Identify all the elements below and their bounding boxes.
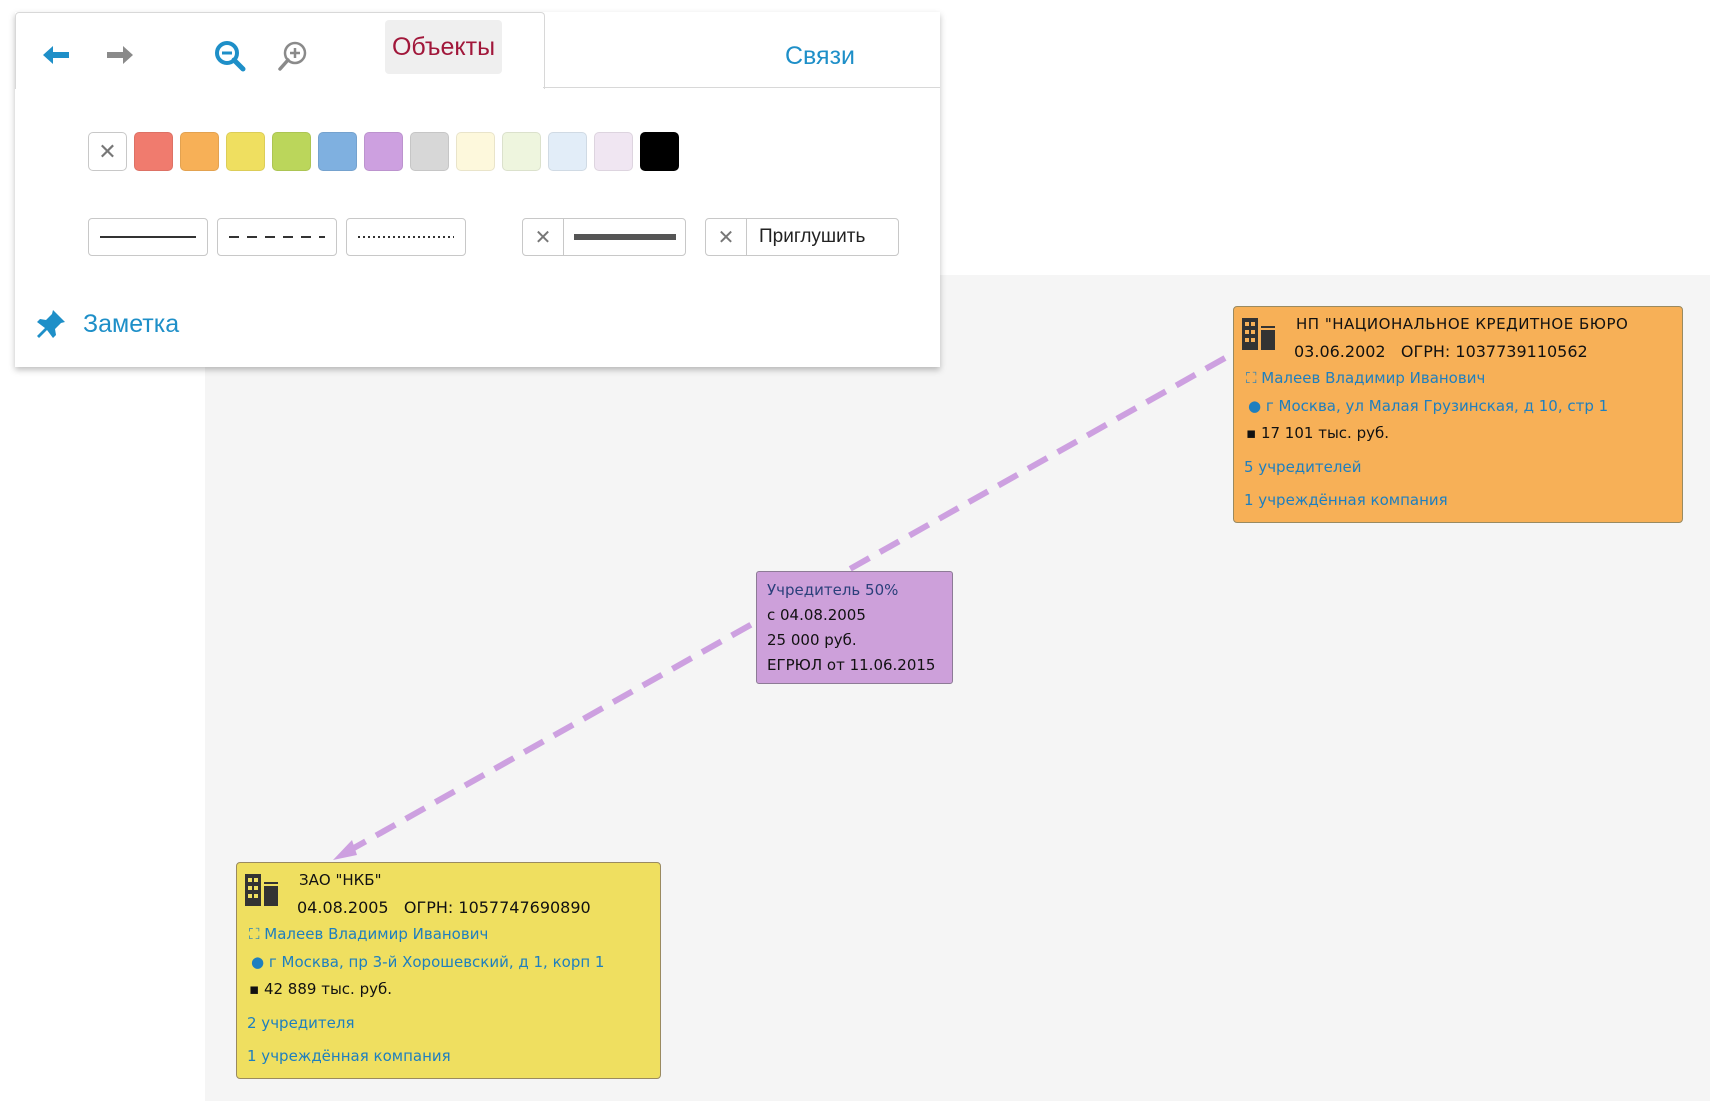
map-pin-icon: ● bbox=[1248, 397, 1262, 415]
address-text: г Москва, ул Малая Грузинская, д 10, стр… bbox=[1265, 397, 1609, 415]
address-link[interactable]: ● г Москва, ул Малая Грузинская, д 10, с… bbox=[1248, 397, 1608, 415]
tab-objects[interactable]: Объекты bbox=[385, 20, 502, 74]
capital: ▪ 42 889 тыс. руб. bbox=[249, 980, 392, 998]
company-node[interactable]: ЗАО "НКБ" 04.08.2005 ОГРН: 1057747690890… bbox=[236, 862, 661, 1079]
person-icon: ⛶ bbox=[1246, 369, 1257, 387]
color-swatch[interactable] bbox=[410, 132, 449, 171]
thick-line-button[interactable] bbox=[564, 233, 685, 241]
pin-icon bbox=[37, 310, 65, 338]
address-link[interactable]: ● г Москва, пр 3-й Хорошевский, д 1, кор… bbox=[251, 953, 604, 971]
subsidiaries-link[interactable]: 1 учреждённая компания bbox=[1244, 491, 1448, 509]
zoom-out-icon[interactable] bbox=[213, 39, 246, 72]
color-palette: ✕ bbox=[88, 132, 679, 171]
arrow-left-icon[interactable] bbox=[41, 42, 71, 68]
building-icon bbox=[245, 874, 278, 906]
color-swatch[interactable] bbox=[134, 132, 173, 171]
color-swatch[interactable] bbox=[594, 132, 633, 171]
edge-label[interactable]: Учредитель 50% с 04.08.2005 25 000 руб. … bbox=[756, 571, 953, 684]
tab-divider bbox=[543, 87, 940, 88]
color-swatch[interactable] bbox=[502, 132, 541, 171]
line-dashed-button[interactable] bbox=[217, 218, 337, 256]
color-swatch[interactable] bbox=[640, 132, 679, 171]
founders-link[interactable]: 5 учредителей bbox=[1244, 458, 1361, 476]
map-pin-icon: ● bbox=[251, 953, 265, 971]
note-button[interactable]: Заметка bbox=[35, 308, 179, 340]
director-link[interactable]: ⛶ Малеев Владимир Иванович bbox=[249, 925, 488, 943]
color-swatch[interactable] bbox=[272, 132, 311, 171]
mute-button[interactable]: Приглушить bbox=[747, 226, 877, 248]
clear-weight-button[interactable]: ✕ bbox=[523, 219, 564, 255]
edge-role: Учредитель 50% bbox=[767, 581, 899, 599]
company-title: НП "НАЦИОНАЛЬНОЕ КРЕДИТНОЕ БЮРО bbox=[1296, 315, 1629, 333]
address-text: г Москва, пр 3-й Хорошевский, д 1, корп … bbox=[268, 953, 605, 971]
director-name: Малеев Владимир Иванович bbox=[1261, 369, 1486, 387]
color-swatch[interactable] bbox=[364, 132, 403, 171]
reg-date: 03.06.2002 bbox=[1294, 342, 1386, 361]
line-solid-button[interactable] bbox=[88, 218, 208, 256]
color-swatch[interactable] bbox=[318, 132, 357, 171]
edge-source: ЕГРЮЛ от 11.06.2015 bbox=[767, 656, 936, 674]
money-icon: ▪ bbox=[1246, 424, 1257, 442]
capital-text: 17 101 тыс. руб. bbox=[1260, 424, 1389, 442]
color-swatch[interactable] bbox=[456, 132, 495, 171]
arrow-right-icon[interactable] bbox=[105, 42, 135, 68]
line-weight-control: ✕ bbox=[522, 218, 686, 256]
company-reg-info: 03.06.2002 ОГРН: 1037739110562 bbox=[1294, 342, 1588, 361]
clear-color-button[interactable]: ✕ bbox=[88, 132, 127, 171]
company-title: ЗАО "НКБ" bbox=[299, 871, 382, 889]
capital-text: 42 889 тыс. руб. bbox=[263, 980, 392, 998]
color-swatch[interactable] bbox=[180, 132, 219, 171]
reg-date: 04.08.2005 bbox=[297, 898, 389, 917]
subsidiaries-link[interactable]: 1 учреждённая компания bbox=[247, 1047, 451, 1065]
tab-links[interactable]: Связи bbox=[785, 42, 855, 71]
clear-mute-button[interactable]: ✕ bbox=[706, 219, 747, 255]
person-icon: ⛶ bbox=[249, 925, 260, 943]
director-name: Малеев Владимир Иванович bbox=[264, 925, 489, 943]
edge-amount: 25 000 руб. bbox=[767, 631, 857, 649]
line-dotted-button[interactable] bbox=[346, 218, 466, 256]
ogrn: ОГРН: 1037739110562 bbox=[1400, 342, 1588, 361]
zoom-in-icon[interactable] bbox=[277, 39, 307, 71]
founders-link[interactable]: 2 учредителя bbox=[247, 1014, 355, 1032]
note-label: Заметка bbox=[83, 309, 180, 338]
color-swatch[interactable] bbox=[548, 132, 587, 171]
director-link[interactable]: ⛶ Малеев Владимир Иванович bbox=[1246, 369, 1485, 387]
ogrn: ОГРН: 1057747690890 bbox=[403, 898, 591, 917]
color-swatch[interactable] bbox=[226, 132, 265, 171]
mute-control: ✕ Приглушить bbox=[705, 218, 899, 256]
building-icon bbox=[1242, 318, 1275, 350]
toolbar-panel: Объекты Связи ✕ ✕ ✕ Приглушить Заметка bbox=[15, 12, 940, 367]
capital: ▪ 17 101 тыс. руб. bbox=[1246, 424, 1389, 442]
edge-since: с 04.08.2005 bbox=[767, 606, 866, 624]
company-node[interactable]: НП "НАЦИОНАЛЬНОЕ КРЕДИТНОЕ БЮРО 03.06.20… bbox=[1233, 306, 1683, 523]
money-icon: ▪ bbox=[249, 980, 260, 998]
company-reg-info: 04.08.2005 ОГРН: 1057747690890 bbox=[297, 898, 591, 917]
